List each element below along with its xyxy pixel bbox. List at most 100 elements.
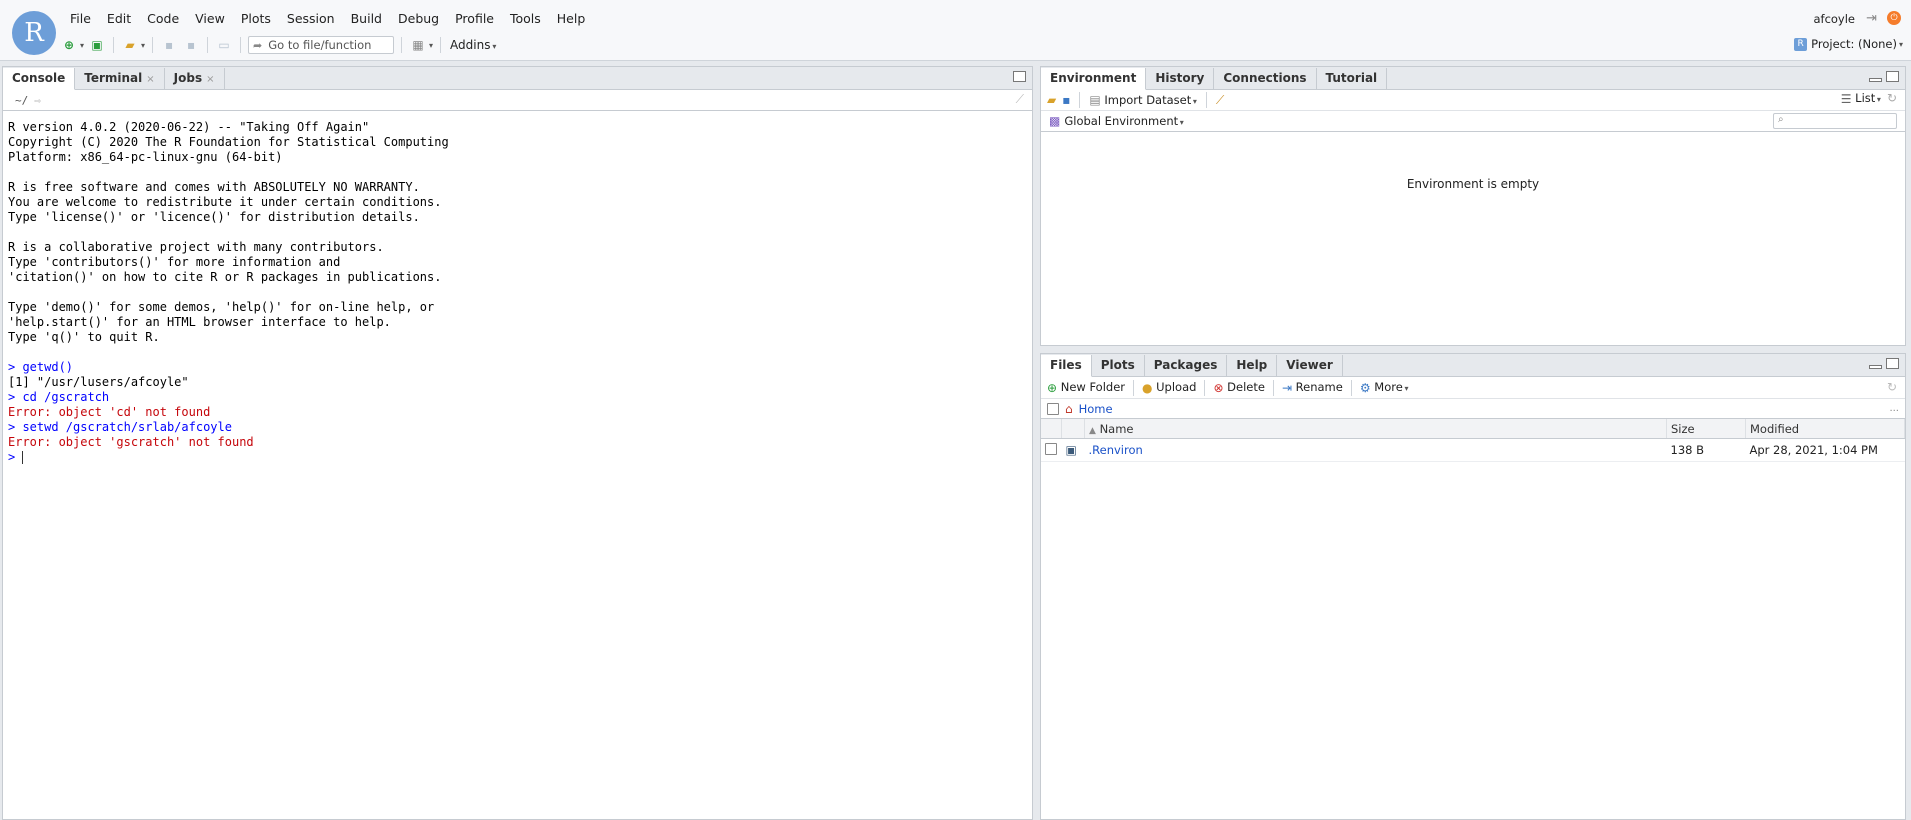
restore-pane-icon[interactable] xyxy=(1013,71,1026,82)
r-logo: R xyxy=(12,11,56,55)
tab-tutorial[interactable]: Tutorial xyxy=(1316,68,1388,89)
sign-out-icon[interactable]: ⇥ xyxy=(1866,11,1877,26)
tab-label: Terminal xyxy=(84,71,143,85)
chevron-down-icon[interactable]: ▾ xyxy=(80,41,84,50)
menubar: File Edit Code View Plots Session Build Debug Pr… xyxy=(62,9,593,29)
tab-help[interactable]: Help xyxy=(1227,355,1278,376)
save-workspace-icon[interactable]: ▪ xyxy=(1062,93,1070,107)
rename-button[interactable]: ⇥ Rename xyxy=(1282,380,1343,395)
minimize-pane-icon[interactable] xyxy=(1869,365,1882,369)
close-icon[interactable]: × xyxy=(146,74,154,85)
tab-files[interactable]: Files xyxy=(1041,355,1092,377)
chevron-down-icon[interactable]: ▾ xyxy=(141,41,145,50)
chevron-down-icon: ▾ xyxy=(1898,39,1903,49)
row-name-cell: .Renviron xyxy=(1084,438,1667,462)
home-icon[interactable]: ⌂ xyxy=(1065,402,1073,416)
environment-scope-icon: ▩ xyxy=(1049,114,1061,128)
new-project-icon[interactable]: ▣ xyxy=(88,36,106,54)
console-output-line: R is free software and comes with ABSOLU… xyxy=(8,180,420,194)
tab-console[interactable]: Console xyxy=(3,68,76,90)
new-file-icon[interactable]: ⊕ xyxy=(60,36,78,54)
tab-label: Environment xyxy=(1050,71,1137,85)
new-folder-button[interactable]: ⊕ New Folder xyxy=(1047,380,1125,395)
project-menu[interactable]: R Project: (None) ▾ xyxy=(1794,37,1903,51)
menu-plots[interactable]: Plots xyxy=(233,9,279,29)
text-cursor xyxy=(22,451,24,464)
menu-file[interactable]: File xyxy=(62,9,99,29)
file-table-header: ▲ Name Size Modified xyxy=(1041,419,1905,439)
console-prompt[interactable]: > xyxy=(8,450,1027,465)
refresh-icon[interactable]: ↻ xyxy=(1887,380,1897,394)
upload-button[interactable]: ● Upload xyxy=(1142,380,1196,395)
console-path-bar: ~/ ⇨ xyxy=(3,90,1032,111)
clear-console-icon[interactable]: ⟋ xyxy=(1016,92,1024,107)
broom-icon[interactable]: ⟋ xyxy=(1216,93,1224,108)
environment-search-input[interactable]: ⌕ xyxy=(1773,113,1897,129)
tab-jobs[interactable]: Jobs × xyxy=(164,68,225,89)
delete-label: Delete xyxy=(1227,380,1265,395)
close-icon[interactable]: × xyxy=(206,74,214,85)
menu-code[interactable]: Code xyxy=(139,9,187,29)
go-to-directory-icon[interactable]: ⇨ xyxy=(34,94,41,107)
more-label: More xyxy=(1374,380,1403,395)
tab-label: Packages xyxy=(1153,358,1218,372)
chevron-down-icon[interactable]: ▾ xyxy=(429,41,433,50)
toolbar-divider xyxy=(1205,92,1207,108)
row-checkbox[interactable] xyxy=(1045,442,1057,455)
console-output[interactable]: R version 4.0.2 (2020-06-22) -- "Taking … xyxy=(3,111,1032,474)
maximize-pane-icon[interactable] xyxy=(1886,358,1899,369)
maximize-pane-icon[interactable] xyxy=(1886,71,1899,82)
load-workspace-icon[interactable]: ▰ xyxy=(1047,93,1056,107)
tab-environment[interactable]: Environment xyxy=(1041,68,1147,90)
column-header-modified[interactable]: Modified xyxy=(1745,419,1905,439)
main-toolbar: ⊕ ▾ ▣ ▰ ▾ ▪ ▪ ▭ ➦ Go to file/function ▦ … xyxy=(60,34,496,56)
menu-session[interactable]: Session xyxy=(279,9,343,29)
quit-session-icon[interactable]: ⏻ xyxy=(1887,11,1901,25)
row-modified-cell: Apr 28, 2021, 1:04 PM xyxy=(1745,438,1905,462)
minimize-pane-icon[interactable] xyxy=(1869,78,1882,82)
refresh-icon[interactable]: ↻ xyxy=(1887,91,1897,105)
project-icon: R xyxy=(1794,37,1808,51)
menu-profile[interactable]: Profile xyxy=(447,9,502,29)
menu-debug[interactable]: Debug xyxy=(390,9,447,29)
menu-edit[interactable]: Edit xyxy=(99,9,139,29)
column-header-name[interactable]: ▲ Name xyxy=(1084,419,1667,439)
working-directory[interactable]: ~/ xyxy=(15,94,28,107)
breadcrumb-home[interactable]: Home xyxy=(1079,402,1113,416)
tab-terminal[interactable]: Terminal × xyxy=(75,68,165,89)
print-icon[interactable]: ▭ xyxy=(215,36,233,54)
menu-view[interactable]: View xyxy=(187,9,233,29)
workspace-panes-icon[interactable]: ▦ xyxy=(409,36,427,54)
tab-label: Console xyxy=(12,71,66,85)
goto-file-function-input[interactable]: ➦ Go to file/function xyxy=(248,36,395,54)
tab-connections[interactable]: Connections xyxy=(1214,68,1317,89)
chevron-down-icon: ▾ xyxy=(492,42,497,51)
menu-build[interactable]: Build xyxy=(343,9,390,29)
browse-more-button[interactable]: ... xyxy=(1889,403,1899,414)
tab-history[interactable]: History xyxy=(1146,68,1215,89)
save-all-icon[interactable]: ▪ xyxy=(182,36,200,54)
tab-plots[interactable]: Plots xyxy=(1091,355,1145,376)
import-dataset-menu[interactable]: ▤ Import Dataset ▾ xyxy=(1089,93,1197,108)
save-icon[interactable]: ▪ xyxy=(160,36,178,54)
column-modified-label: Modified xyxy=(1750,421,1800,436)
console-output-line: You are welcome to redistribute it under… xyxy=(8,195,442,209)
file-name-link[interactable]: .Renviron xyxy=(1089,443,1143,457)
column-header-size[interactable]: Size xyxy=(1666,419,1746,439)
select-all-checkbox[interactable] xyxy=(1047,402,1059,415)
tab-label: Help xyxy=(1236,358,1268,372)
list-view-menu[interactable]: ☰ List ▾ xyxy=(1841,91,1881,106)
tab-packages[interactable]: Packages xyxy=(1144,355,1228,376)
addins-menu[interactable]: Addins ▾ xyxy=(450,38,496,52)
tab-viewer[interactable]: Viewer xyxy=(1277,355,1343,376)
more-menu[interactable]: ⚙ More ▾ xyxy=(1360,380,1409,395)
scope-menu[interactable]: Global Environment ▾ xyxy=(1064,114,1183,128)
chevron-down-icon: ▾ xyxy=(1179,118,1184,127)
menu-help[interactable]: Help xyxy=(549,9,594,29)
menu-tools[interactable]: Tools xyxy=(502,9,549,29)
files-toolbar: ⊕ New Folder ● Upload ⊗ Delete ⇥ Rename … xyxy=(1041,377,1905,399)
delete-button[interactable]: ⊗ Delete xyxy=(1213,380,1265,395)
console-input-line: > getwd() xyxy=(8,360,74,374)
open-file-icon[interactable]: ▰ xyxy=(121,36,139,54)
